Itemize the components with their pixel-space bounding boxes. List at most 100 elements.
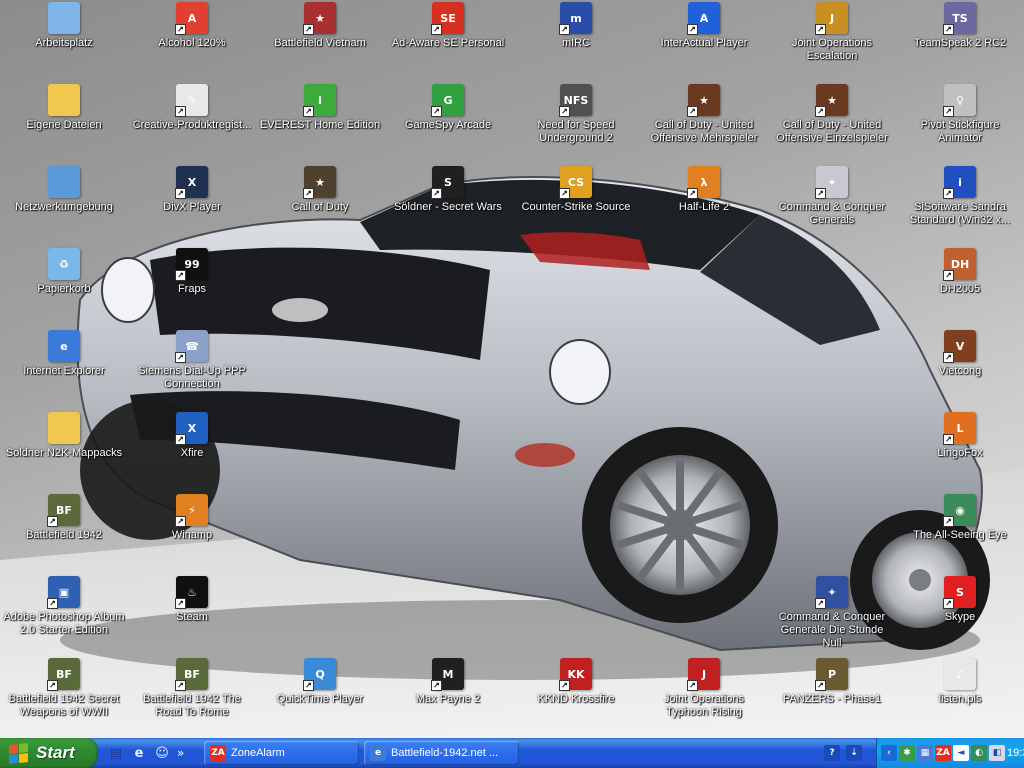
desktop-icon[interactable]: KK ↗ KKND Krossfire: [512, 658, 640, 736]
zonealarm-tray-icon[interactable]: ZA: [935, 745, 951, 761]
desktop-icon[interactable]: Eigene Dateien: [0, 84, 128, 162]
desktop-icon[interactable]: ★ ↗ Call of Duty - United Offensive Einzel…: [768, 84, 896, 162]
desktop-icon[interactable]: P ↗ PANZERS - Phase1: [768, 658, 896, 736]
desktop-icon[interactable]: V ↗ Vietcong: [896, 330, 1024, 408]
desktop-icon[interactable]: NFS ↗ Need for Speed Underground 2: [512, 84, 640, 162]
desktop-icon[interactable]: BF ↗ Battlefield 1942 The Road To Rome: [128, 658, 256, 736]
taskbar-button[interactable]: ZA ZoneAlarm: [204, 741, 359, 765]
desktop-icon-label: Siemens Dial-Up PPP Connection: [138, 365, 246, 390]
desktop-icon[interactable]: M ↗ Max Payne 2: [384, 658, 512, 736]
show-desktop-icon[interactable]: ▤: [106, 743, 126, 763]
desktop-icon[interactable]: S ↗ Söldner - Secret Wars: [384, 166, 512, 244]
photoshop-album-icon: ▣ ↗: [47, 576, 80, 609]
desktop-icon[interactable]: J ↗ Joint Operations Typhoon Rising: [640, 658, 768, 736]
tray-icon-group: ‹ ✱ ▦ ZA ◄ ◐ ◧: [881, 745, 1007, 761]
desktop-icon[interactable]: ✦ ↗ Command & Conquer Generals: [768, 166, 896, 244]
desktop-icon[interactable]: ▣ ↗ Adobe Photoshop Album 2.0 Starter Edit…: [0, 576, 128, 654]
icon-glyph: S: [444, 175, 452, 189]
xfire-icon: X ↗: [175, 412, 208, 445]
help-icon[interactable]: ?: [824, 745, 840, 761]
shortcut-arrow-icon: ↗: [815, 106, 826, 117]
desktop-icon-label: Soldner N2K-Mappacks: [5, 447, 123, 459]
joint-operations-escalation-icon: J ↗: [815, 2, 848, 35]
desktop-icon[interactable]: ♻ Papierkorb: [0, 248, 128, 326]
desktop-icon-label: QuickTime Player: [276, 693, 364, 705]
desktop-icon[interactable]: SE ↗ Ad-Aware SE Personal: [384, 2, 512, 80]
start-button[interactable]: Start: [0, 738, 98, 768]
desktop-icon[interactable]: 99 ↗ Fraps: [128, 248, 256, 326]
dh2005-icon: DH ↗: [943, 248, 976, 281]
tray-app-2-icon[interactable]: ◐: [971, 745, 987, 761]
internet-explorer-icon: e: [48, 330, 80, 362]
desktop-icon[interactable]: ♀ ↗ Pivot Stickfigure Animator: [896, 84, 1024, 162]
my-computer-icon: [48, 2, 80, 34]
desktop-icon[interactable]: ♪ listen.pls: [896, 658, 1024, 736]
desktop-icon[interactable]: e Internet Explorer: [0, 330, 128, 408]
desktop-icon[interactable]: ★ ↗ Call of Duty: [256, 166, 384, 244]
icon-glyph: 99: [184, 257, 200, 271]
desktop-icon-label: Joint Operations Escalation: [791, 37, 873, 62]
desktop-icon[interactable]: ☎ ↗ Siemens Dial-Up PPP Connection: [128, 330, 256, 408]
icon-glyph: BF: [56, 503, 72, 517]
counter-strike-source-icon: CS ↗: [559, 166, 592, 199]
desktop-icon[interactable]: A ↗ InterActual Player: [640, 2, 768, 80]
desktop-icon[interactable]: J ↗ Joint Operations Escalation: [768, 2, 896, 80]
icon-glyph: CS: [567, 175, 585, 189]
soldner-secret-wars-icon: S ↗: [431, 166, 464, 199]
desktop-icon-area: Arbeitsplatz A ↗ Alcohol 120% ★ ↗ Battlefield …: [0, 0, 1024, 738]
desktop-icon[interactable]: BF ↗ Battlefield 1942: [0, 494, 128, 572]
desktop-icon[interactable]: G ↗ GameSpy Arcade: [384, 84, 512, 162]
tray-app-1-icon[interactable]: ✱: [899, 745, 915, 761]
desktop-icon[interactable]: i ↗ EVEREST Home Edition: [256, 84, 384, 162]
desktop-icon[interactable]: ♨ ↗ Steam: [128, 576, 256, 654]
desktop-icon[interactable]: ★ ↗ Battlefield Vietnam: [256, 2, 384, 80]
volume-icon[interactable]: ◄: [953, 745, 969, 761]
desktop-icon[interactable]: Arbeitsplatz: [0, 2, 128, 80]
desktop-icon[interactable]: S ↗ Skype: [896, 576, 1024, 654]
desktop-icon[interactable]: m ↗ mIRC: [512, 2, 640, 80]
desktop-icon[interactable]: λ ↗ Half-Life 2: [640, 166, 768, 244]
my-documents-icon: [48, 84, 80, 116]
cod-uo-multiplayer-icon: ★ ↗: [687, 84, 720, 117]
shortcut-arrow-icon: ↗: [559, 188, 570, 199]
shortcut-arrow-icon: ↗: [175, 106, 186, 117]
keyboard-layout-icon[interactable]: ⇣: [846, 745, 862, 761]
desktop-icon[interactable]: DH ↗ DH2005: [896, 248, 1024, 326]
taskbar-button[interactable]: e Battlefield-1942.net ...: [364, 741, 519, 765]
desktop-icon[interactable]: L ↗ LingoFox: [896, 412, 1024, 490]
desktop-icon[interactable]: Q ↗ QuickTime Player: [256, 658, 384, 736]
desktop-icon-label: InterActual Player: [660, 37, 748, 49]
desktop-icon[interactable]: i ↗ SiSoftware Sandra Standard (Win32 x...: [896, 166, 1024, 244]
alcohol-120-icon: A ↗: [175, 2, 208, 35]
desktop-icon[interactable]: TS ↗ TeamSpeak 2 RC2: [896, 2, 1024, 80]
desktop-icon[interactable]: ✦ ↗ Command & Conquer Generäle Die Stunde …: [768, 576, 896, 654]
desktop-icon[interactable]: Soldner N2K-Mappacks: [0, 412, 128, 490]
desktop-icon[interactable]: ◉ ↗ The All-Seeing Eye: [896, 494, 1024, 572]
shortcut-arrow-icon: ↗: [175, 188, 186, 199]
desktop-icon-label: DH2005: [939, 283, 981, 295]
desktop-icon[interactable]: X ↗ DivX Player: [128, 166, 256, 244]
desktop-icon[interactable]: A ↗ Alcohol 120%: [128, 2, 256, 80]
cod-uo-singleplayer-icon: ★ ↗: [815, 84, 848, 117]
messenger-icon[interactable]: ☺: [152, 743, 172, 763]
desktop-icon[interactable]: Netzwerkumgebung: [0, 166, 128, 244]
clock[interactable]: 19:31: [1007, 747, 1024, 759]
desktop-icon[interactable]: ⚡ ↗ Winamp: [128, 494, 256, 572]
icon-glyph: ★: [315, 175, 325, 189]
quick-launch-more-icon[interactable]: »: [177, 746, 184, 760]
tray-collapse-icon[interactable]: ‹: [881, 745, 897, 761]
recycle-bin-icon: ♻: [48, 248, 80, 280]
desktop-icon[interactable]: X ↗ Xfire: [128, 412, 256, 490]
network-icon[interactable]: ▦: [917, 745, 933, 761]
desktop-icon[interactable]: ★ ↗ Call of Duty - United Offensive Mehrsp…: [640, 84, 768, 162]
internet-explorer-icon[interactable]: e: [129, 743, 149, 763]
tray-app-3-icon[interactable]: ◧: [989, 745, 1005, 761]
icon-glyph: P: [827, 667, 837, 681]
icon-glyph: DH: [950, 257, 970, 271]
desktop-icon[interactable]: BF ↗ Battlefield 1942 Secret Weapons of WW…: [0, 658, 128, 736]
desktop-icon-label: Call of Duty: [291, 201, 349, 213]
mirc-icon: m ↗: [559, 2, 592, 35]
desktop-icon[interactable]: CS ↗ Counter-Strike Source: [512, 166, 640, 244]
teamspeak-icon: TS ↗: [943, 2, 976, 35]
desktop-icon[interactable]: ✎ ↗ Creative-Produktregist...: [128, 84, 256, 162]
